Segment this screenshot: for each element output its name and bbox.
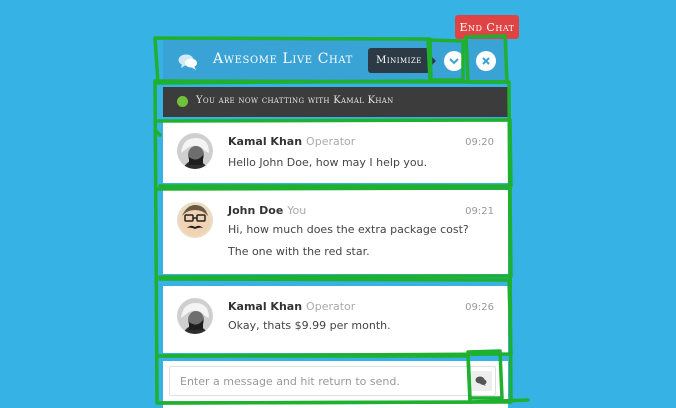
message-text: The one with the red star. bbox=[228, 245, 370, 258]
sender-role: You bbox=[287, 204, 307, 217]
chat-widget: Awesome Live Chat Minimize You are now c… bbox=[163, 39, 508, 408]
close-icon bbox=[482, 57, 490, 65]
sender-name: Kamal Khan Operator bbox=[228, 300, 356, 313]
message-text: Hi, how much does the extra package cost… bbox=[228, 223, 469, 236]
sender-role: Operator bbox=[306, 135, 356, 148]
sender-name: Kamal Khan Operator bbox=[228, 135, 356, 148]
send-button[interactable] bbox=[470, 371, 492, 391]
end-chat-tooltip: End Chat bbox=[455, 15, 519, 45]
message-input-bar bbox=[163, 361, 508, 408]
sender-role: Operator bbox=[306, 300, 356, 313]
annotation-mark bbox=[153, 128, 162, 137]
chat-bubble-icon bbox=[178, 53, 198, 71]
message-time: 09:21 bbox=[465, 206, 494, 217]
avatar bbox=[177, 298, 213, 334]
message-text: Hello John Doe, how may I help you. bbox=[228, 156, 428, 169]
online-status-dot bbox=[177, 96, 188, 107]
close-button[interactable] bbox=[476, 51, 496, 71]
chat-title: Awesome Live Chat bbox=[213, 51, 353, 67]
message-time: 09:26 bbox=[465, 302, 494, 313]
message-item: John Doe You 09:21 Hi, how much does the … bbox=[163, 190, 508, 274]
chat-bubble-icon bbox=[475, 376, 487, 386]
avatar bbox=[177, 202, 213, 238]
message-item: Kamal Khan Operator 09:20 Hello John Doe,… bbox=[163, 121, 508, 183]
message-time: 09:20 bbox=[465, 137, 494, 148]
message-item: Kamal Khan Operator 09:26 Okay, thats $9.… bbox=[163, 286, 508, 353]
minimize-tooltip: Minimize bbox=[368, 48, 436, 73]
sender-name: John Doe You bbox=[228, 204, 307, 217]
chevron-down-icon bbox=[449, 58, 459, 65]
message-text: Okay, thats $9.99 per month. bbox=[228, 319, 391, 332]
status-text: You are now chatting with Kamal Khan bbox=[196, 95, 394, 106]
status-bar: You are now chatting with Kamal Khan bbox=[163, 87, 508, 117]
minimize-button[interactable] bbox=[444, 51, 464, 71]
message-input[interactable] bbox=[169, 366, 496, 396]
chat-header: Awesome Live Chat Minimize bbox=[163, 39, 508, 84]
avatar bbox=[177, 133, 213, 169]
